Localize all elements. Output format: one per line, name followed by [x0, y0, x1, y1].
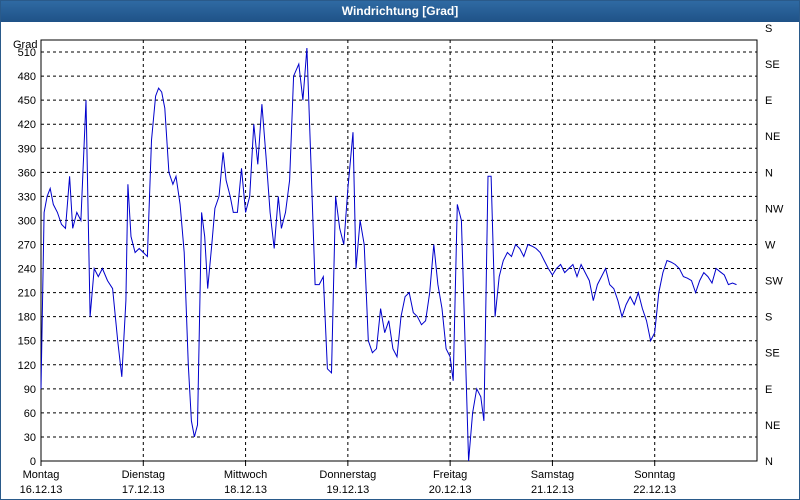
- x-tick-date-label: 20.12.13: [429, 484, 472, 496]
- x-tick-day-label: Samstag: [531, 469, 574, 481]
- x-tick-day-label: Donnerstag: [319, 469, 376, 481]
- y2-direction-label: SE: [765, 348, 780, 360]
- x-tick-day-label: Dienstag: [122, 469, 165, 481]
- series-line: [40, 47, 737, 462]
- y-tick-label: 300: [18, 215, 36, 227]
- y2-direction-label: NW: [765, 203, 784, 215]
- series-layer: [40, 47, 737, 462]
- y-tick-label: 210: [18, 288, 36, 300]
- y-axis-label: Grad: [13, 39, 37, 51]
- x-tick-day-label: Freitag: [433, 469, 467, 481]
- y2-direction-label: NE: [765, 420, 780, 432]
- x-tick-date-label: 21.12.13: [531, 484, 574, 496]
- y2-direction-label: N: [765, 456, 773, 468]
- y2-direction-label: S: [765, 23, 772, 35]
- y2-direction-label: SE: [765, 59, 780, 71]
- x-tick-date-label: 16.12.13: [20, 484, 63, 496]
- y-tick-label: 480: [18, 71, 36, 83]
- y-tick-label: 30: [24, 432, 36, 444]
- axis-layer: 0 30 60 90 120 150 180 210 240 270 300 330 360 390 420…: [13, 23, 784, 496]
- y2-direction-label: W: [765, 239, 776, 251]
- y-tick-label: 150: [18, 336, 36, 348]
- y-tick-label: 90: [24, 384, 36, 396]
- x-tick-day-label: Montag: [23, 469, 60, 481]
- y2-direction-label: E: [765, 384, 772, 396]
- y-tick-label: 0: [30, 456, 36, 468]
- chart-title: Windrichtung [Grad]: [1, 1, 799, 22]
- x-tick-day-label: Sonntag: [634, 469, 675, 481]
- y-tick-label: 420: [18, 119, 36, 131]
- y2-direction-label: N: [765, 167, 773, 179]
- y-tick-label: 330: [18, 191, 36, 203]
- y-tick-label: 450: [18, 95, 36, 107]
- y-tick-label: 60: [24, 408, 36, 420]
- y2-direction-label: NE: [765, 131, 780, 143]
- wind-direction-chart: 0 30 60 90 120 150 180 210 240 270 300 330 360 390 420…: [13, 23, 784, 496]
- y-tick-label: 270: [18, 239, 36, 251]
- grid-layer: [41, 40, 757, 461]
- plot-frame: [40, 39, 758, 462]
- y-tick-label: 180: [18, 312, 36, 324]
- y2-direction-label: SW: [765, 276, 783, 288]
- x-tick-date-label: 19.12.13: [326, 484, 369, 496]
- x-tick-date-label: 22.12.13: [633, 484, 676, 496]
- y2-direction-label: E: [765, 95, 772, 107]
- y-tick-label: 120: [18, 360, 36, 372]
- y-tick-label: 360: [18, 167, 36, 179]
- x-tick-day-label: Mittwoch: [224, 469, 267, 481]
- y-tick-label: 390: [18, 143, 36, 155]
- chart-window: Windrichtung [Grad] 0 30 60 90 120 150 180 210 2…: [0, 0, 800, 500]
- x-tick-date-label: 17.12.13: [122, 484, 165, 496]
- x-tick-date-label: 18.12.13: [224, 484, 267, 496]
- y2-direction-label: S: [765, 312, 772, 324]
- y-tick-label: 240: [18, 264, 36, 276]
